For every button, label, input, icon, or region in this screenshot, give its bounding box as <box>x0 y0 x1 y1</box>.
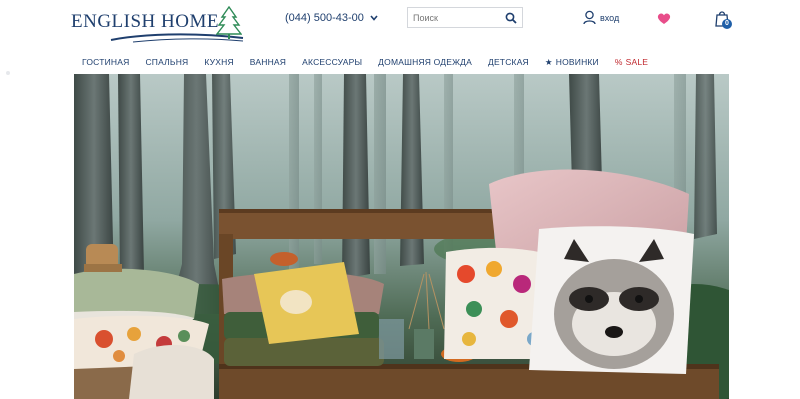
search-input[interactable] <box>408 8 508 27</box>
nav-item-homewear[interactable]: ДОМАШНЯЯ ОДЕЖДА <box>378 57 472 67</box>
phone-dropdown[interactable]: (044) 500-43-00 <box>285 12 378 24</box>
heart-icon[interactable] <box>657 12 671 25</box>
nav-item-kitchen[interactable]: КУХНЯ <box>204 57 233 67</box>
cart-count-badge: 0 <box>722 19 732 29</box>
nav-item-new-label: НОВИНКИ <box>555 56 599 67</box>
nav-item-kids[interactable]: ДЕТСКАЯ <box>488 57 529 67</box>
nav-item-bathroom[interactable]: ВАННАЯ <box>250 57 286 67</box>
login-label: вход <box>600 12 620 23</box>
search-box <box>407 7 523 28</box>
nav-item-sale[interactable]: % SALE <box>615 57 648 67</box>
nav-item-accessories[interactable]: АКСЕССУАРЫ <box>302 57 362 67</box>
slider-dot[interactable] <box>6 71 10 75</box>
user-icon <box>583 10 596 25</box>
nav-item-bedroom[interactable]: СПАЛЬНЯ <box>145 57 188 67</box>
nav-item-new[interactable]: ★ НОВИНКИ <box>545 57 599 68</box>
phone-number: (044) 500-43-00 <box>285 12 364 24</box>
search-icon[interactable] <box>505 12 517 24</box>
logo[interactable]: ENGLISH HOME <box>71 6 246 46</box>
nav-item-living-room[interactable]: ГОСТИНАЯ <box>82 57 129 67</box>
nav-item-sale-label: SALE <box>625 57 649 67</box>
tree-icon <box>216 6 242 39</box>
login-link[interactable]: вход <box>583 10 619 25</box>
percent-icon: % <box>614 57 623 67</box>
hero-banner[interactable] <box>74 74 729 399</box>
star-icon: ★ <box>544 56 553 67</box>
main-nav: ГОСТИНАЯ СПАЛЬНЯ КУХНЯ ВАННАЯ АКСЕССУАРЫ… <box>82 55 648 69</box>
chevron-down-icon <box>370 15 378 21</box>
hero-banner-image <box>74 74 729 399</box>
